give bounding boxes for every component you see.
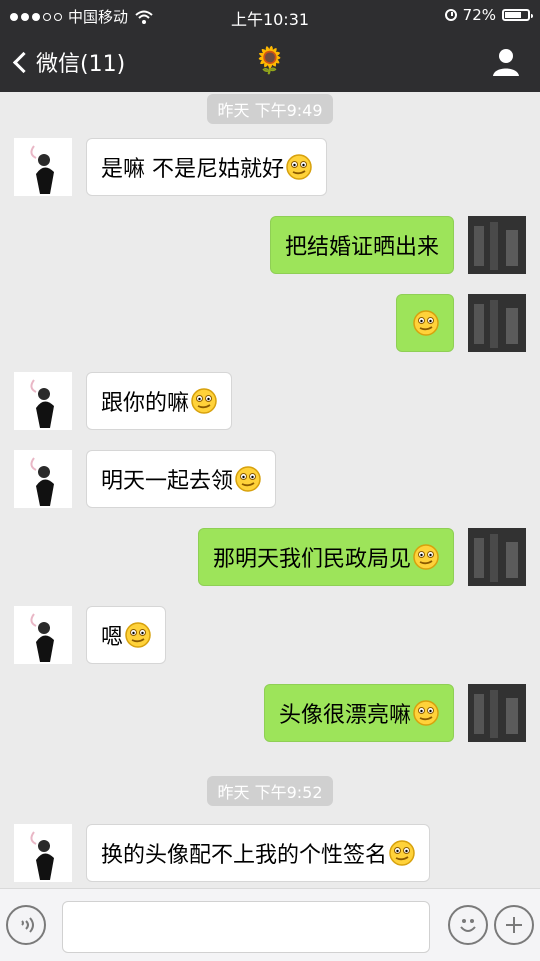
more-button[interactable] xyxy=(494,905,534,945)
message-row: 是嘛 不是尼姑就好 xyxy=(0,138,540,198)
message-bubble[interactable] xyxy=(396,294,454,352)
emoji-icon xyxy=(460,919,476,932)
chat-area[interactable]: 昨天 下午9:49 是嘛 不是尼姑就好 把结婚证晒出来 跟你的嘛 明天一起去领 … xyxy=(0,92,540,888)
top-bar: 中国移动 上午10:31 72% 微信(11) 🌻 xyxy=(0,0,540,92)
contact-avatar-image xyxy=(30,613,54,662)
message-bubble[interactable]: 嗯 xyxy=(86,606,167,664)
voice-icon xyxy=(21,917,34,933)
message-row: 明天一起去领 xyxy=(0,450,540,510)
my-avatar-image xyxy=(468,216,526,274)
message-text: 换的头像配不上我的个性签名 xyxy=(101,843,388,868)
awkward-smile-icon xyxy=(413,310,439,336)
battery-percent: 72% xyxy=(462,6,496,24)
timestamp-text: 昨天 下午9:49 xyxy=(207,94,333,124)
message-bubble[interactable]: 跟你的嘛 xyxy=(86,372,233,430)
awkward-smile-icon xyxy=(389,840,415,866)
plus-icon xyxy=(506,917,522,933)
message-row xyxy=(0,294,540,354)
message-bubble[interactable]: 头像很漂亮嘛 xyxy=(263,684,454,742)
contact-avatar-image xyxy=(30,145,54,194)
awkward-smile-icon xyxy=(286,154,312,180)
input-bar xyxy=(0,888,540,961)
message-text: 把结婚证晒出来 xyxy=(284,235,439,260)
alarm-icon xyxy=(444,9,457,21)
my-avatar[interactable] xyxy=(468,684,526,742)
message-row: 头像很漂亮嘛 xyxy=(0,684,540,744)
my-avatar[interactable] xyxy=(468,528,526,586)
message-input[interactable] xyxy=(62,901,430,953)
timestamp-text: 昨天 下午9:52 xyxy=(207,776,333,806)
message-row: 那明天我们民政局见 xyxy=(0,528,540,588)
battery-icon xyxy=(502,9,533,21)
message-bubble[interactable]: 是嘛 不是尼姑就好 xyxy=(86,138,327,196)
message-bubble[interactable]: 明天一起去领 xyxy=(86,450,277,508)
my-avatar-image xyxy=(468,528,526,586)
awkward-smile-icon xyxy=(235,466,261,492)
status-bar: 中国移动 上午10:31 72% xyxy=(0,0,540,32)
message-text: 头像很漂亮嘛 xyxy=(278,703,411,728)
chat-title: 🌻 xyxy=(253,46,287,76)
contact-avatar[interactable] xyxy=(14,606,72,664)
contact-avatar[interactable] xyxy=(14,450,72,508)
message-row: 跟你的嘛 xyxy=(0,372,540,432)
nav-bar: 微信(11) 🌻 xyxy=(0,32,540,92)
profile-icon[interactable] xyxy=(490,46,522,78)
message-text: 那明天我们民政局见 xyxy=(212,547,411,572)
contact-avatar-image xyxy=(30,831,54,880)
my-avatar[interactable] xyxy=(468,216,526,274)
message-text: 跟你的嘛 xyxy=(101,391,190,416)
voice-button[interactable] xyxy=(6,905,46,945)
contact-avatar[interactable] xyxy=(14,824,72,882)
message-row: 嗯 xyxy=(0,606,540,666)
message-row: 换的头像配不上我的个性签名 xyxy=(0,824,540,884)
message-bubble[interactable]: 把结婚证晒出来 xyxy=(269,216,454,274)
message-text: 嗯 xyxy=(101,625,124,650)
message-bubble[interactable]: 换的头像配不上我的个性签名 xyxy=(86,824,431,882)
contact-avatar-image xyxy=(30,379,54,428)
awkward-smile-icon xyxy=(413,544,439,570)
status-right: 72% xyxy=(444,6,533,24)
message-text: 明天一起去领 xyxy=(101,469,234,494)
emoji-button[interactable] xyxy=(448,905,488,945)
my-avatar-image xyxy=(468,684,526,742)
awkward-smile-icon xyxy=(125,622,151,648)
message-bubble[interactable]: 那明天我们民政局见 xyxy=(197,528,454,586)
contact-avatar[interactable] xyxy=(14,372,72,430)
contact-avatar[interactable] xyxy=(14,138,72,196)
awkward-smile-icon xyxy=(413,700,439,726)
battery-fill xyxy=(505,12,521,18)
message-text: 是嘛 不是尼姑就好 xyxy=(101,157,284,182)
message-row: 把结婚证晒出来 xyxy=(0,216,540,276)
contact-avatar-image xyxy=(30,457,54,506)
my-avatar-image xyxy=(468,294,526,352)
timestamp: 昨天 下午9:49 xyxy=(0,94,540,124)
timestamp: 昨天 下午9:52 xyxy=(0,776,540,806)
my-avatar[interactable] xyxy=(468,294,526,352)
awkward-smile-icon xyxy=(191,388,217,414)
